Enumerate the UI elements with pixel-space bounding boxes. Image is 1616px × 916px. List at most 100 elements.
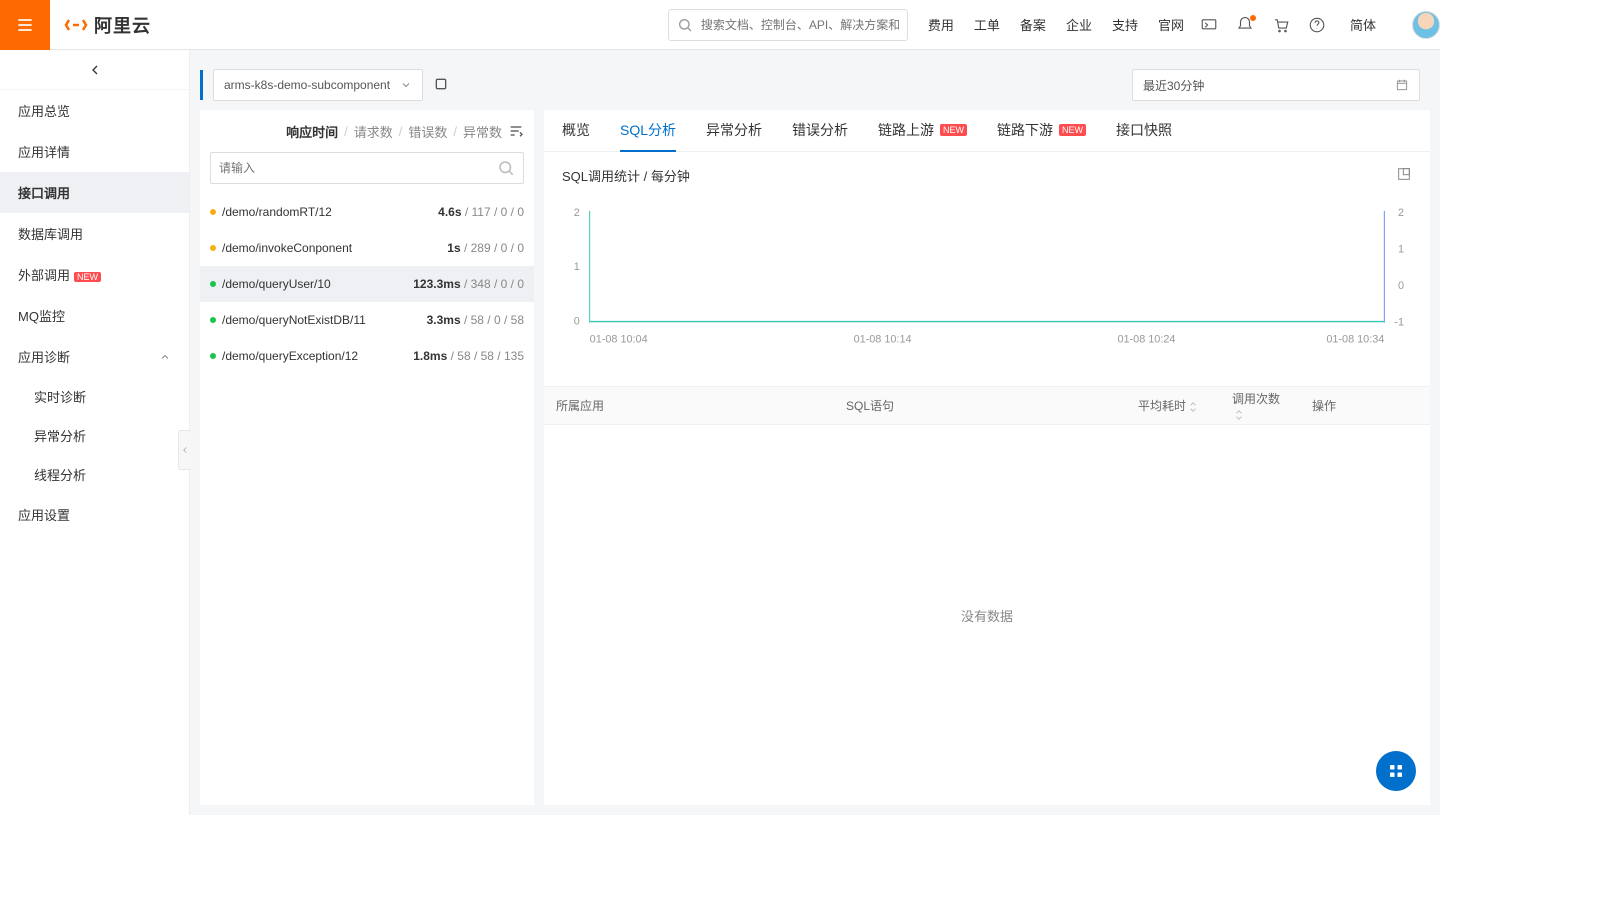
link-beian[interactable]: 备案 — [1020, 15, 1046, 34]
new-badge: NEW — [1059, 124, 1086, 136]
status-dot — [210, 281, 216, 287]
status-dot — [210, 245, 216, 251]
list-item[interactable]: /demo/queryUser/10 123.3ms / 348 / 0 / 0 — [200, 266, 534, 302]
th-avgtime[interactable]: 平均耗时 — [1126, 397, 1220, 414]
svg-text:1: 1 — [574, 261, 580, 273]
tab-链路上游[interactable]: 链路上游NEW — [878, 120, 967, 142]
chevron-down-icon — [400, 79, 412, 91]
sidebar-sub-thread[interactable]: 线程分析 — [0, 455, 189, 494]
th-count[interactable]: 调用次数 — [1220, 390, 1300, 421]
tab-SQL分析[interactable]: SQL分析 — [620, 120, 676, 142]
svg-text:0: 0 — [1398, 280, 1404, 292]
api-metrics: 1.8ms / 58 / 58 / 135 — [413, 349, 524, 363]
menu-button[interactable] — [0, 0, 50, 50]
sidebar-item-settings[interactable]: 应用设置 — [0, 494, 189, 535]
status-dot — [210, 353, 216, 359]
sort-opt-err[interactable]: 错误数 — [408, 122, 447, 141]
topbar: 阿里云 费用 工单 备案 企业 支持 官网 简体 — [0, 0, 1440, 50]
help-icon[interactable] — [1308, 16, 1326, 34]
sidebar-item-mq[interactable]: MQ监控 — [0, 295, 189, 336]
chart-expand[interactable] — [1396, 166, 1412, 185]
api-path: /demo/queryException/12 — [222, 349, 413, 363]
status-dot — [210, 209, 216, 215]
tab-概览[interactable]: 概览 — [562, 120, 590, 142]
th-action: 操作 — [1300, 397, 1430, 414]
global-search-input[interactable] — [701, 18, 899, 32]
svg-text:-1: -1 — [1394, 317, 1404, 329]
api-metrics: 123.3ms / 348 / 0 / 0 — [413, 277, 524, 291]
top-links: 费用 工单 备案 企业 支持 官网 — [928, 15, 1184, 34]
avatar[interactable] — [1412, 11, 1440, 39]
calendar-icon — [1395, 78, 1409, 92]
global-search[interactable] — [668, 9, 908, 41]
sidebar-item-overview[interactable]: 应用总览 — [0, 90, 189, 131]
app-select[interactable]: arms-k8s-demo-subcomponent — [213, 69, 423, 101]
th-app[interactable]: 所属应用 — [544, 397, 834, 414]
sort-icon[interactable] — [508, 123, 524, 139]
filterbar: arms-k8s-demo-subcomponent 最近30分钟 — [190, 60, 1440, 110]
link-enterprise[interactable]: 企业 — [1066, 15, 1092, 34]
link-fee[interactable]: 费用 — [928, 15, 954, 34]
bell-icon[interactable] — [1236, 16, 1254, 34]
search-icon[interactable] — [497, 159, 515, 177]
chart-title: SQL调用统计 / 每分钟 — [562, 166, 690, 185]
sort-opt-rt[interactable]: 响应时间 — [286, 122, 338, 141]
table-head: 所属应用 SQL语句 平均耗时 调用次数 操作 — [544, 387, 1430, 425]
sort-opt-exc[interactable]: 异常数 — [463, 122, 502, 141]
svg-text:0: 0 — [574, 316, 580, 328]
th-sql[interactable]: SQL语句 — [834, 397, 1126, 414]
svg-text:2: 2 — [574, 207, 580, 219]
tab-接口快照[interactable]: 接口快照 — [1116, 120, 1172, 142]
top-icons: 简体 — [1200, 11, 1440, 39]
logo-text: 阿里云 — [94, 12, 151, 38]
list-item[interactable]: /demo/invokeConponent 1s / 289 / 0 / 0 — [200, 230, 534, 266]
api-path: /demo/randomRT/12 — [222, 205, 438, 219]
sidebar-sub-exception[interactable]: 异常分析 — [0, 416, 189, 455]
time-select[interactable]: 最近30分钟 — [1132, 69, 1420, 101]
sidebar-sub-realtime[interactable]: 实时诊断 — [0, 377, 189, 416]
table-empty: 没有数据 — [544, 425, 1430, 805]
chart-svg: 2 1 0 2 1 0 -1 01-08 10:0 — [562, 195, 1412, 375]
link-ticket[interactable]: 工单 — [974, 15, 1000, 34]
sidebar-item-diag[interactable]: 应用诊断 — [0, 336, 189, 377]
sidebar-collapse[interactable] — [178, 430, 190, 470]
sort-bar: 响应时间 / 请求数 / 错误数 / 异常数 — [200, 110, 534, 152]
accent-bar — [200, 70, 203, 100]
api-metrics: 1s / 289 / 0 / 0 — [447, 241, 524, 255]
content: arms-k8s-demo-subcomponent 最近30分钟 响应时间 /… — [190, 50, 1440, 815]
svg-text:2: 2 — [1398, 207, 1404, 219]
svg-text:01-08 10:24: 01-08 10:24 — [1117, 333, 1175, 345]
float-apps-button[interactable] — [1376, 751, 1416, 791]
svg-text:01-08 10:14: 01-08 10:14 — [854, 333, 912, 345]
status-dot — [210, 317, 216, 323]
sidebar-item-api[interactable]: 接口调用 — [0, 172, 189, 213]
sidebar-back[interactable] — [0, 50, 189, 90]
link-support[interactable]: 支持 — [1112, 15, 1138, 34]
tab-错误分析[interactable]: 错误分析 — [792, 120, 848, 142]
tab-链路下游[interactable]: 链路下游NEW — [997, 120, 1086, 142]
lang-switch[interactable]: 简体 — [1350, 15, 1376, 34]
console-icon[interactable] — [1200, 16, 1218, 34]
scope-icon[interactable] — [433, 76, 449, 95]
tab-异常分析[interactable]: 异常分析 — [706, 120, 762, 142]
local-search-input[interactable] — [219, 161, 497, 175]
new-badge: NEW — [940, 124, 967, 136]
link-site[interactable]: 官网 — [1158, 15, 1184, 34]
sidebar-item-detail[interactable]: 应用详情 — [0, 131, 189, 172]
tabs: 概览 SQL分析 异常分析 错误分析 链路上游NEW 链路下游NEW 接口快照 — [544, 110, 1430, 152]
svg-text:01-08 10:04: 01-08 10:04 — [590, 333, 648, 345]
chevron-up-icon — [159, 351, 171, 363]
list-item[interactable]: /demo/randomRT/12 4.6s / 117 / 0 / 0 — [200, 194, 534, 230]
list-item[interactable]: /demo/queryNotExistDB/11 3.3ms / 58 / 0 … — [200, 302, 534, 338]
api-path: /demo/queryUser/10 — [222, 277, 413, 291]
svg-text:01-08 10:34: 01-08 10:34 — [1326, 333, 1384, 345]
sidebar-item-external[interactable]: 外部调用NEW — [0, 254, 189, 295]
logo[interactable]: 阿里云 — [64, 12, 151, 38]
cart-icon[interactable] — [1272, 16, 1290, 34]
api-path: /demo/queryNotExistDB/11 — [222, 313, 427, 327]
sort-opt-req[interactable]: 请求数 — [354, 122, 393, 141]
right-panel: 概览 SQL分析 异常分析 错误分析 链路上游NEW 链路下游NEW 接口快照 SQL调用统… — [544, 110, 1430, 805]
list-item[interactable]: /demo/queryException/12 1.8ms / 58 / 58 … — [200, 338, 534, 374]
sidebar-item-db[interactable]: 数据库调用 — [0, 213, 189, 254]
api-path: /demo/invokeConponent — [222, 241, 447, 255]
